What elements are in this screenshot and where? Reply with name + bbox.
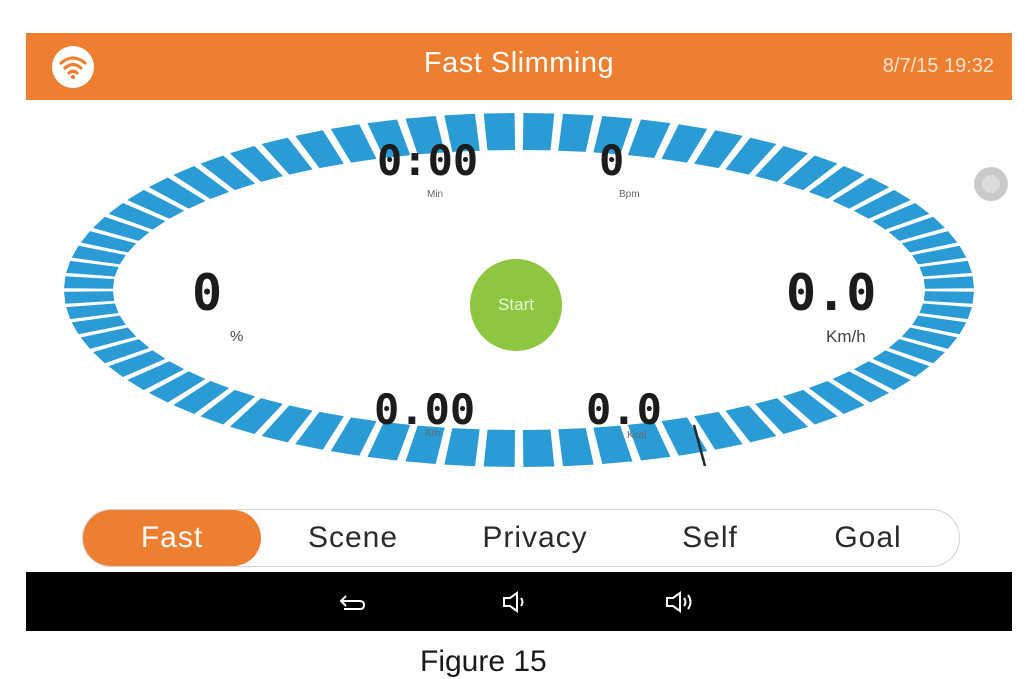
ring-segment [64, 291, 115, 304]
figure-caption: Figure 15 [420, 645, 547, 678]
pulse-value: 0 [599, 136, 625, 185]
workout-dial: 0:00 Min 0 Bpm 0 % Start 0.0 Km/h 0.00 K… [26, 100, 1012, 510]
incline-value: 0 [192, 264, 223, 322]
ring-segment [919, 303, 972, 320]
ring-segment [522, 429, 555, 467]
tab-self[interactable]: Self [645, 510, 775, 566]
volume-down-icon[interactable] [499, 585, 533, 619]
calories-value: 0.0 [586, 385, 662, 434]
ring-segment [558, 113, 594, 152]
app-title: Fast Slimming [423, 47, 615, 79]
incline-unit: % [230, 328, 244, 345]
pulse-unit: Bpm [619, 189, 640, 200]
time-unit: Min [427, 189, 444, 200]
calories-unit: Kcal [627, 430, 647, 441]
speed-value: 0.0 [786, 264, 877, 322]
tab-fast[interactable]: Fast [83, 510, 261, 566]
ring-segment [64, 276, 115, 289]
start-button[interactable]: Start [470, 259, 562, 351]
system-nav-bar [26, 572, 1012, 631]
ring-segment [66, 260, 119, 277]
distance-value: 0.00 [374, 385, 476, 434]
tab-scene[interactable]: Scene [283, 510, 423, 566]
ring-segment [483, 429, 516, 467]
treadmill-screen: Fast Slimming 8/7/15 19:32 0:00 Min 0 Bp… [26, 33, 1012, 631]
ring-segment [923, 291, 974, 304]
datetime-display: 8/7/15 19:32 [882, 55, 994, 77]
distance-unit: Km [425, 428, 440, 439]
tab-privacy[interactable]: Privacy [455, 510, 615, 566]
volume-up-icon[interactable] [662, 585, 696, 619]
ring-segment [66, 303, 119, 320]
ring-segment [923, 276, 974, 289]
ring-segment [522, 113, 555, 151]
back-icon[interactable] [334, 585, 368, 619]
top-bar: Fast Slimming 8/7/15 19:32 [26, 33, 1012, 100]
ring-segment [919, 260, 972, 277]
tab-goal[interactable]: Goal [803, 510, 933, 566]
time-value: 0:00 [377, 136, 479, 185]
speed-unit: Km/h [826, 327, 866, 346]
ring-segment [483, 113, 516, 151]
ring-segment [627, 119, 671, 158]
mode-tab-bar: Fast Scene Privacy Self Goal [82, 509, 960, 567]
